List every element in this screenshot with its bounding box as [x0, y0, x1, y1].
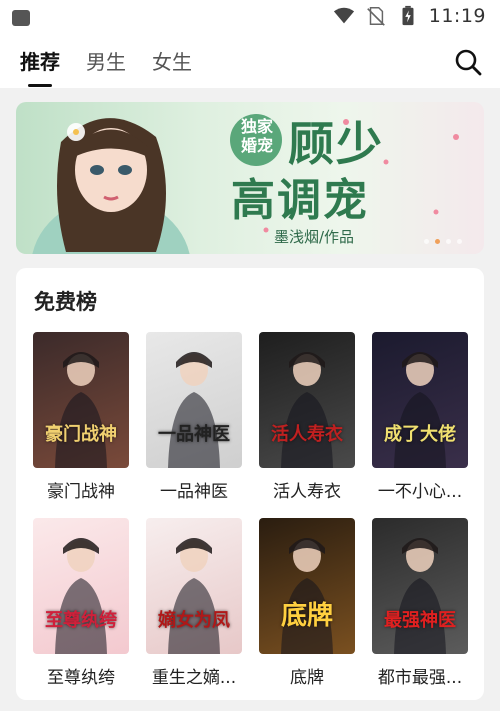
cover-figure-art [168, 538, 220, 654]
tab-label: 推荐 [20, 49, 60, 74]
book-cover[interactable]: 豪门战神 [33, 332, 129, 468]
tab-female[interactable]: 女生 [152, 46, 192, 79]
book-cover[interactable]: 最强神医 [372, 518, 468, 654]
cover-figure-art [394, 352, 446, 468]
cover-figure-art [281, 352, 333, 468]
banner-author: 墨浅烟/作品 [274, 228, 355, 246]
book-cover[interactable]: 至尊纨绔 [33, 518, 129, 654]
book-grid: 豪门战神 豪门战神 一品神医 一品神医 活人寿衣 活人寿衣 成了大佬 一不小心... 至尊纨绔至… [33, 332, 468, 688]
tab-label: 女生 [152, 49, 192, 74]
tab-recommend[interactable]: 推荐 [20, 46, 60, 87]
section-title: 免费榜 [34, 290, 97, 314]
free-ranking-section: 免费榜 豪门战神 豪门战神 一品神医 一品神医 活人寿衣 活人寿衣 成了大佬 一不小心... 至… [16, 268, 484, 700]
pagination-dot-active[interactable] [435, 239, 440, 244]
book-title: 豪门战神 [47, 482, 115, 502]
banner-tag: 独家 婚宠 [237, 117, 277, 155]
book-title: 至尊纨绔 [47, 668, 115, 688]
cover-title-text: 活人寿衣 [271, 424, 343, 445]
wifi-icon [333, 7, 354, 24]
book-cover[interactable]: 活人寿衣 [259, 332, 355, 468]
banner-tag-line1: 独家 [240, 117, 273, 136]
cover-figure-art [168, 352, 220, 468]
top-nav: 推荐 男生 女生 [0, 36, 500, 88]
cover-figure-art [394, 538, 446, 654]
pagination-dot[interactable] [424, 239, 429, 244]
promo-banner[interactable]: 独家 婚宠 顾少 高调宠 墨浅烟/作品 [16, 102, 484, 254]
cover-figure-art [55, 352, 107, 468]
banner-pagination [424, 239, 462, 244]
cover-figure-art [281, 538, 333, 654]
book-title: 一品神医 [160, 482, 228, 502]
banner-tag-line2: 婚宠 [240, 136, 273, 155]
book-item[interactable]: 豪门战神 豪门战神 [33, 332, 129, 502]
book-cover[interactable]: 成了大佬 [372, 332, 468, 468]
cover-title-text: 一品神医 [158, 424, 230, 445]
cover-figure-art [55, 538, 107, 654]
pagination-dot[interactable] [446, 239, 451, 244]
app-notification-icon [12, 10, 30, 26]
pagination-dot[interactable] [457, 239, 462, 244]
book-item[interactable]: 一品神医 一品神医 [146, 332, 242, 502]
status-time: 11:19 [428, 5, 486, 27]
search-icon[interactable] [454, 48, 482, 76]
book-title: 重生之嫡... [151, 668, 237, 688]
book-cover[interactable]: 嫡女为凤 [146, 518, 242, 654]
book-item[interactable]: 活人寿衣 活人寿衣 [259, 332, 355, 502]
banner-title-line2: 高调宠 [231, 175, 369, 226]
book-item[interactable]: 至尊纨绔 至尊纨绔 [33, 518, 129, 688]
book-item[interactable]: 最强神医都市最强... [372, 518, 468, 688]
tab-label: 男生 [86, 49, 126, 74]
book-title: 底牌 [290, 668, 324, 688]
battery-charging-icon [402, 5, 414, 26]
cover-title-text: 豪门战神 [45, 424, 117, 445]
tab-male[interactable]: 男生 [86, 46, 126, 79]
active-tab-indicator [28, 83, 52, 87]
status-bar: 11:19 [0, 0, 500, 36]
cover-title-text: 成了大佬 [384, 424, 456, 445]
book-title: 活人寿衣 [273, 482, 341, 502]
cover-title-text: 底牌 [280, 601, 333, 631]
category-tabs: 推荐 男生 女生 [20, 36, 192, 88]
cover-title-text: 至尊纨绔 [45, 610, 117, 631]
cover-title-text: 嫡女为凤 [158, 610, 230, 631]
book-cover[interactable]: 一品神医 [146, 332, 242, 468]
book-item[interactable]: 成了大佬一不小心... [372, 332, 468, 502]
book-title: 都市最强... [377, 668, 463, 688]
book-item[interactable]: 嫡女为凤重生之嫡... [146, 518, 242, 688]
cover-title-text: 最强神医 [384, 610, 456, 631]
book-cover[interactable]: 底牌 [259, 518, 355, 654]
book-item[interactable]: 底牌 底牌 [259, 518, 355, 688]
no-sim-icon [366, 7, 385, 26]
book-title: 一不小心... [377, 482, 463, 502]
